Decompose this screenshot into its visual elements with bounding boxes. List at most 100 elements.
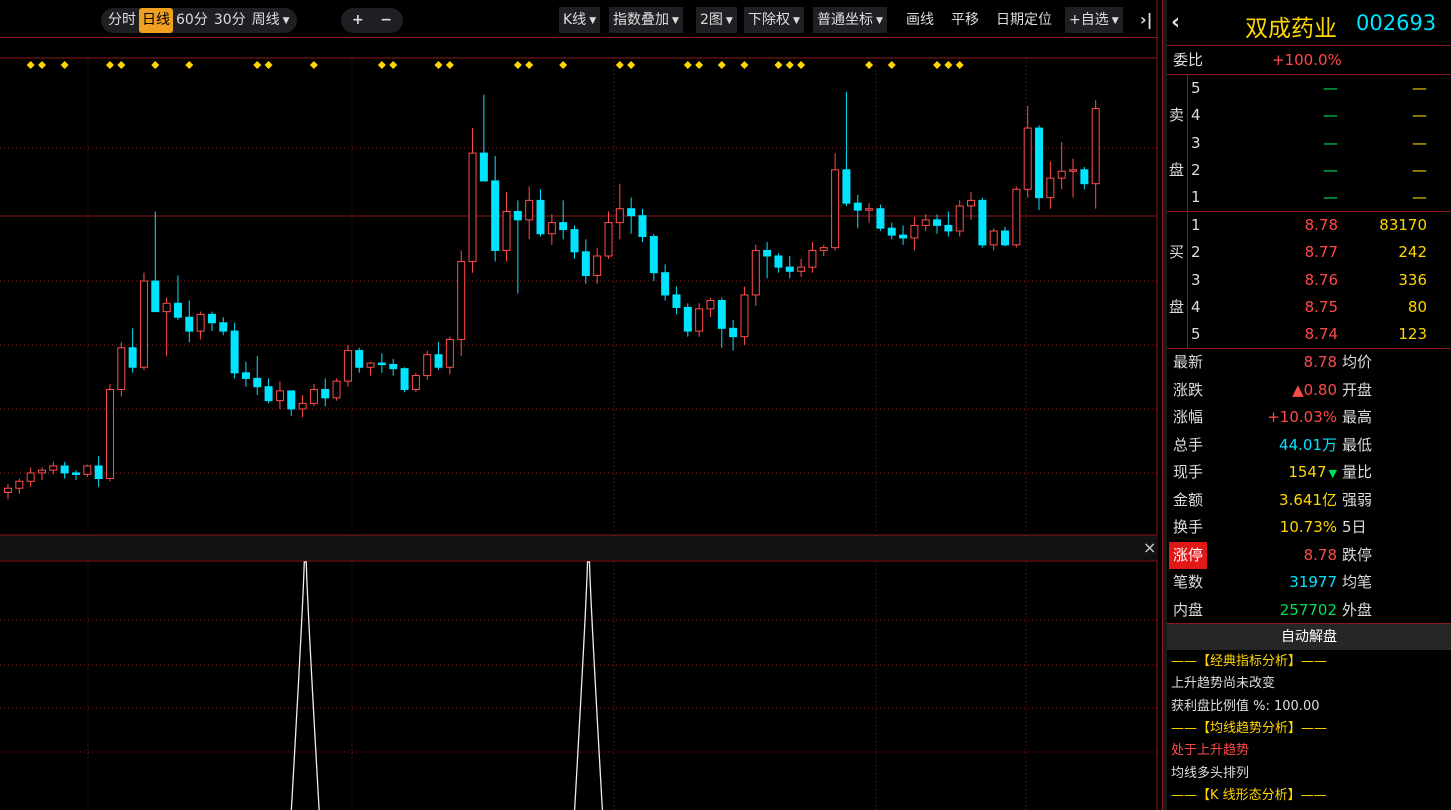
sell-level-row[interactable]: 5 — — [1167, 75, 1451, 102]
candle-up [967, 199, 976, 207]
buy-level-row[interactable]: 3 8.76 336 [1167, 267, 1451, 294]
candle-up [457, 261, 466, 340]
candle-up [1023, 127, 1032, 190]
stat-row: 内盘 257702 外盘 [1167, 597, 1451, 624]
candle-up [955, 205, 964, 232]
zoom-control: + − [341, 8, 403, 33]
buy-level-row[interactable]: 5 8.74 123 [1167, 321, 1451, 348]
weibi-row: 委比 +100.0% [1167, 47, 1451, 74]
candle-up [910, 224, 919, 239]
level-number: 2 [1191, 160, 1201, 179]
auto-analysis-button[interactable]: 自动解盘 [1167, 623, 1451, 650]
period-tab[interactable]: 分时 [105, 8, 139, 33]
stat-label: 最新 [1173, 353, 1204, 371]
candle-down [479, 152, 488, 182]
analysis-line: 均线多头排列 [1171, 765, 1250, 781]
stock-code: 002693 [1356, 11, 1437, 35]
stat-label-right: 最低 [1342, 435, 1373, 454]
date-locate-button[interactable]: 日期定位 [992, 7, 1056, 33]
level-number: 4 [1191, 297, 1201, 316]
index-overlay-button[interactable]: 指数叠加 ▼ [609, 7, 683, 33]
level-volume: 123 [1398, 325, 1427, 344]
panel-separator [0, 535, 1158, 560]
stat-row: 总手 44.01万 最低 [1167, 432, 1451, 459]
back-icon[interactable]: ‹ [1171, 10, 1180, 35]
level-price: 8.76 [1304, 270, 1338, 289]
period-tab[interactable]: 周线 ▼ [249, 8, 293, 34]
zoom-in-button[interactable]: + [346, 8, 370, 33]
level-price: — [1323, 106, 1338, 125]
candle-down [842, 169, 851, 204]
buy-level-row[interactable]: 4 8.75 80 [1167, 294, 1451, 321]
candle-up [196, 313, 205, 332]
buy-level-row[interactable]: 1 8.78 83170 [1167, 212, 1451, 239]
candle-up [989, 230, 998, 246]
collapse-panel-icon[interactable]: ›| [1136, 7, 1156, 33]
level-volume: — [1412, 79, 1427, 97]
kline-label: K线 [563, 12, 587, 28]
candle-up [343, 350, 352, 382]
candle-up [366, 362, 375, 368]
level-volume: — [1412, 188, 1427, 207]
buy-level-row[interactable]: 2 8.77 242 [1167, 239, 1451, 266]
side-label: 买 [1169, 243, 1185, 261]
candle-up [808, 249, 817, 268]
sell-level-row[interactable]: 4 — — [1167, 102, 1451, 129]
indicator-close-button[interactable]: × [1143, 538, 1156, 557]
period-tab-active[interactable]: 日线 [139, 8, 173, 33]
side-label: 盘 [1169, 161, 1185, 179]
candle-down [672, 294, 681, 308]
candle-up [831, 169, 840, 249]
candle-down [899, 234, 908, 239]
candle-up [1069, 169, 1078, 172]
level-volume: — [1412, 160, 1427, 179]
level-number: 1 [1191, 216, 1201, 234]
stat-value: ▲0.80 [1292, 380, 1337, 399]
stat-value: 44.01万 [1279, 435, 1337, 454]
chevron-down-icon: ▼ [876, 16, 883, 26]
candle-up [309, 389, 318, 404]
candle-up [423, 354, 432, 377]
stat-label: 内盘 [1173, 600, 1204, 619]
kline-type-button[interactable]: K线 ▼ [559, 7, 601, 33]
candle-down [207, 313, 216, 324]
sell-level-row[interactable]: 1 — — [1167, 184, 1451, 211]
adjust-label: 下除权 [748, 12, 790, 28]
side-label: 盘 [1169, 298, 1185, 316]
level-number: 4 [1191, 106, 1201, 125]
sell-level-row[interactable]: 3 — — [1167, 130, 1451, 157]
level-number: 2 [1191, 243, 1201, 262]
stat-label-right: 量比 [1342, 463, 1373, 481]
candle-up [37, 469, 46, 474]
candle-up [332, 380, 341, 399]
period-tab[interactable]: 60分 [173, 8, 211, 33]
candle-down [536, 199, 545, 235]
kline-chart[interactable] [0, 0, 1162, 810]
stock-name: 双成药业 [1245, 16, 1337, 42]
candle-down [513, 211, 522, 221]
stat-label-right: 开盘 [1342, 380, 1373, 399]
candle-up [525, 199, 534, 221]
candle-down [389, 363, 398, 370]
level-volume: — [1412, 133, 1427, 152]
candle-down [853, 202, 862, 211]
level-price: 8.77 [1304, 243, 1338, 262]
pan-button[interactable]: 平移 [947, 7, 983, 33]
candle-down [627, 208, 636, 217]
candle-up [1012, 188, 1021, 246]
zoom-out-button[interactable]: − [374, 8, 398, 33]
stat-label: 涨幅 [1173, 408, 1204, 426]
add-favorite-button[interactable]: +自选 ▼ [1065, 7, 1123, 33]
draw-line-button[interactable]: 画线 [902, 7, 938, 33]
candle-down [400, 368, 409, 390]
level-number: 3 [1191, 133, 1201, 152]
candle-up [445, 338, 454, 368]
stat-value: 8.78 [1303, 353, 1337, 371]
sell-level-row[interactable]: 2 — — [1167, 157, 1451, 184]
period-tab[interactable]: 30分 [211, 8, 249, 33]
two-chart-button[interactable]: 2图 ▼ [696, 7, 737, 33]
analysis-line: ——【经典指标分析】—— [1171, 654, 1328, 669]
coord-button[interactable]: 普通坐标 ▼ [813, 7, 887, 33]
candle-down [60, 465, 69, 474]
adjust-button[interactable]: 下除权 ▼ [744, 7, 804, 33]
